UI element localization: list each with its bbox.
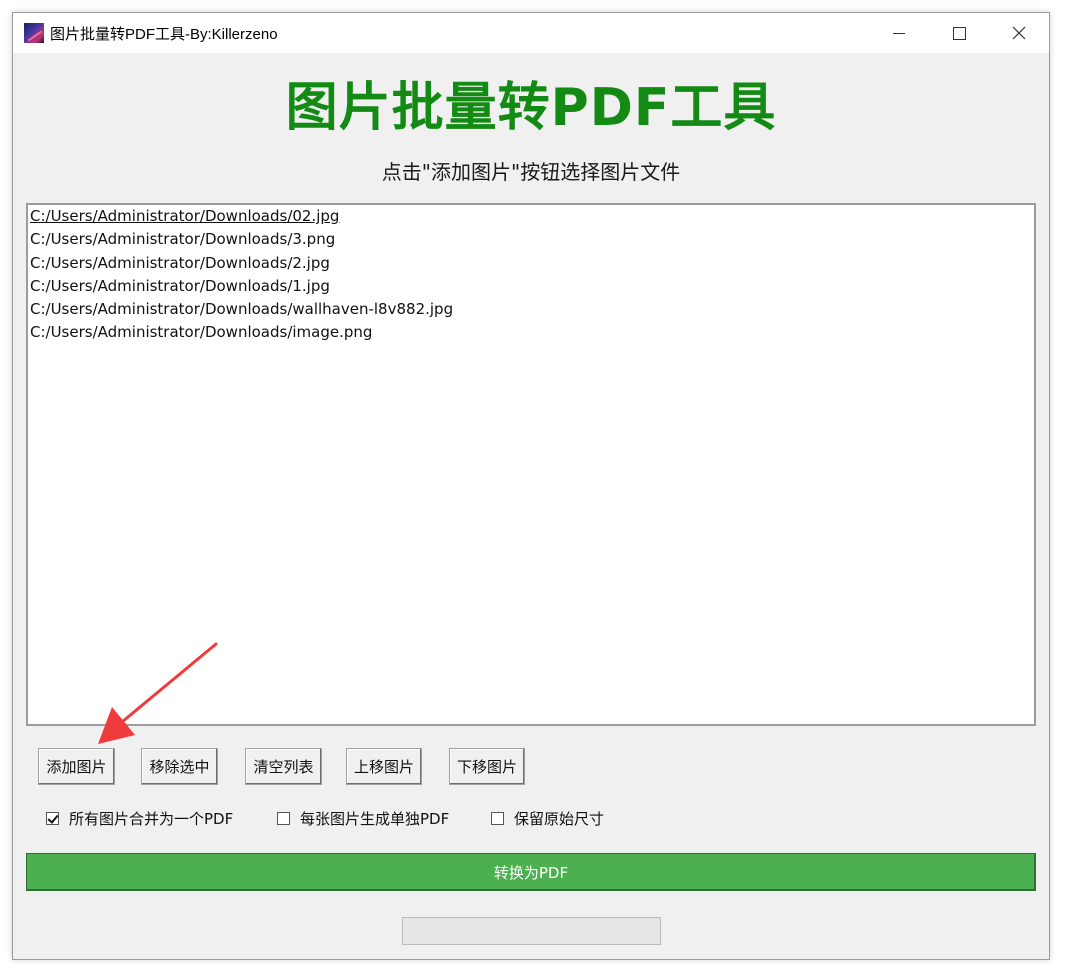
merge-option[interactable]: 所有图片合并为一个PDF	[46, 808, 233, 829]
minimize-icon	[893, 32, 905, 34]
remove-selected-button[interactable]: 移除选中	[141, 748, 218, 785]
app-window: 图片批量转PDF工具-By:Killerzeno 图片批量转PDF工具 点击"添…	[12, 12, 1050, 960]
progress-bar	[402, 917, 661, 945]
page-title: 图片批量转PDF工具	[285, 78, 777, 138]
merge-checkbox[interactable]	[46, 812, 59, 825]
keep-size-option-label: 保留原始尺寸	[514, 810, 605, 828]
maximize-button[interactable]	[929, 13, 989, 53]
instruction-text: 点击"添加图片"按钮选择图片文件	[381, 160, 681, 184]
file-list-item[interactable]: C:/Users/Administrator/Downloads/wallhav…	[28, 298, 1034, 321]
title-bar: 图片批量转PDF工具-By:Killerzeno	[13, 13, 1049, 53]
file-list-item[interactable]: C:/Users/Administrator/Downloads/image.p…	[28, 321, 1034, 344]
move-down-button[interactable]: 下移图片	[449, 748, 525, 785]
close-icon	[1012, 26, 1026, 40]
keep-size-option[interactable]: 保留原始尺寸	[491, 808, 604, 829]
clear-list-button[interactable]: 清空列表	[245, 748, 322, 785]
window-title: 图片批量转PDF工具-By:Killerzeno	[50, 26, 278, 43]
separate-option[interactable]: 每张图片生成单独PDF	[277, 808, 449, 829]
close-button[interactable]	[989, 13, 1049, 53]
file-list-item[interactable]: C:/Users/Administrator/Downloads/3.png	[28, 228, 1034, 251]
separate-option-label: 每张图片生成单独PDF	[300, 810, 450, 828]
app-icon	[24, 23, 44, 43]
file-list-item[interactable]: C:/Users/Administrator/Downloads/1.jpg	[28, 275, 1034, 298]
file-list-item[interactable]: C:/Users/Administrator/Downloads/02.jpg	[28, 205, 1034, 228]
convert-to-pdf-button[interactable]: 转换为PDF	[26, 853, 1036, 891]
image-file-listbox[interactable]: C:/Users/Administrator/Downloads/02.jpg C…	[26, 203, 1036, 726]
file-list-item[interactable]: C:/Users/Administrator/Downloads/2.jpg	[28, 252, 1034, 275]
minimize-button[interactable]	[869, 13, 929, 53]
maximize-icon	[952, 26, 966, 40]
merge-option-label: 所有图片合并为一个PDF	[69, 810, 234, 828]
move-up-button[interactable]: 上移图片	[346, 748, 422, 785]
keep-size-checkbox[interactable]	[491, 812, 504, 825]
add-images-button[interactable]: 添加图片	[38, 748, 115, 785]
separate-checkbox[interactable]	[277, 812, 290, 825]
